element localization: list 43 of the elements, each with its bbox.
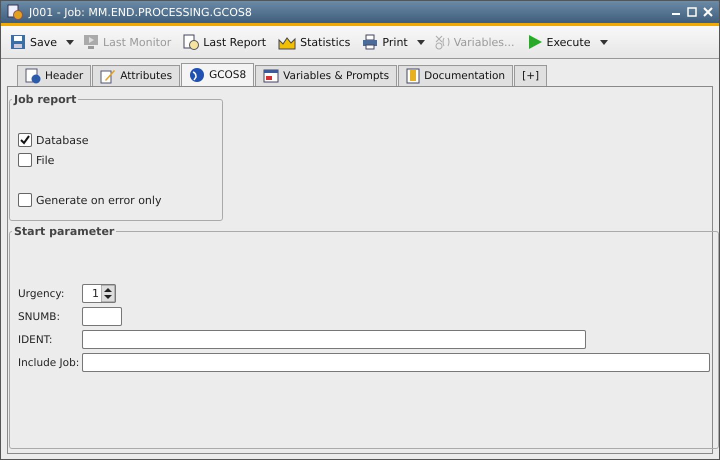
toolbar-button[interactable]: Save: [7, 32, 60, 52]
play-icon: [526, 34, 542, 50]
checkbox-label: Generate on error only: [36, 194, 162, 206]
field-label: Include Job:: [18, 356, 80, 368]
tab[interactable]: GCOS8: [181, 63, 254, 86]
checkbox[interactable]: [18, 153, 32, 167]
checkbox-label: Database: [36, 134, 88, 146]
tab[interactable]: Header: [17, 65, 92, 86]
toolbar-button[interactable]: Execute: [524, 32, 594, 52]
checkbox-label: File: [36, 154, 54, 166]
caret-icon[interactable]: [416, 40, 425, 44]
tab[interactable]: Documentation: [398, 65, 514, 86]
printer-icon: [362, 34, 378, 50]
gear-document-icon: [7, 4, 23, 20]
tab[interactable]: Attributes: [92, 65, 180, 86]
pencil-document-icon: [100, 68, 116, 84]
tab[interactable]: Variables & Prompts: [255, 65, 398, 86]
monitor-icon: [83, 34, 100, 50]
window-title: J001 - Job: MM.END.PROCESSING.GCOS8: [29, 6, 253, 18]
spinner-arrows-icon[interactable]: [101, 285, 115, 302]
field-label: Urgency:: [18, 288, 66, 300]
info-document-icon: [25, 68, 41, 84]
spinner-field[interactable]: 1: [82, 284, 116, 303]
maximize-icon[interactable]: [687, 7, 697, 17]
group-title: Job report: [12, 93, 78, 106]
text-field[interactable]: [82, 353, 710, 372]
checkbox[interactable]: [18, 193, 32, 207]
book-icon: [406, 68, 420, 84]
field-label: SNUMB:: [18, 310, 62, 322]
text-field[interactable]: [82, 307, 122, 326]
toolbar-button[interactable]: Print: [359, 32, 411, 52]
toolbar-button[interactable]: Last Report: [180, 32, 270, 52]
caret-icon[interactable]: [600, 40, 608, 44]
window-icon: [263, 69, 280, 83]
close-icon[interactable]: [703, 7, 713, 17]
variables-icon: [434, 34, 450, 50]
field-label: IDENT:: [18, 334, 54, 346]
text-field[interactable]: [82, 330, 586, 349]
group-title: Start parameter: [13, 225, 116, 238]
checkbox[interactable]: [18, 133, 32, 147]
tab[interactable]: [+]: [514, 65, 548, 86]
toolbar-button[interactable]: Statistics: [275, 32, 354, 52]
caret-icon[interactable]: [66, 40, 74, 44]
